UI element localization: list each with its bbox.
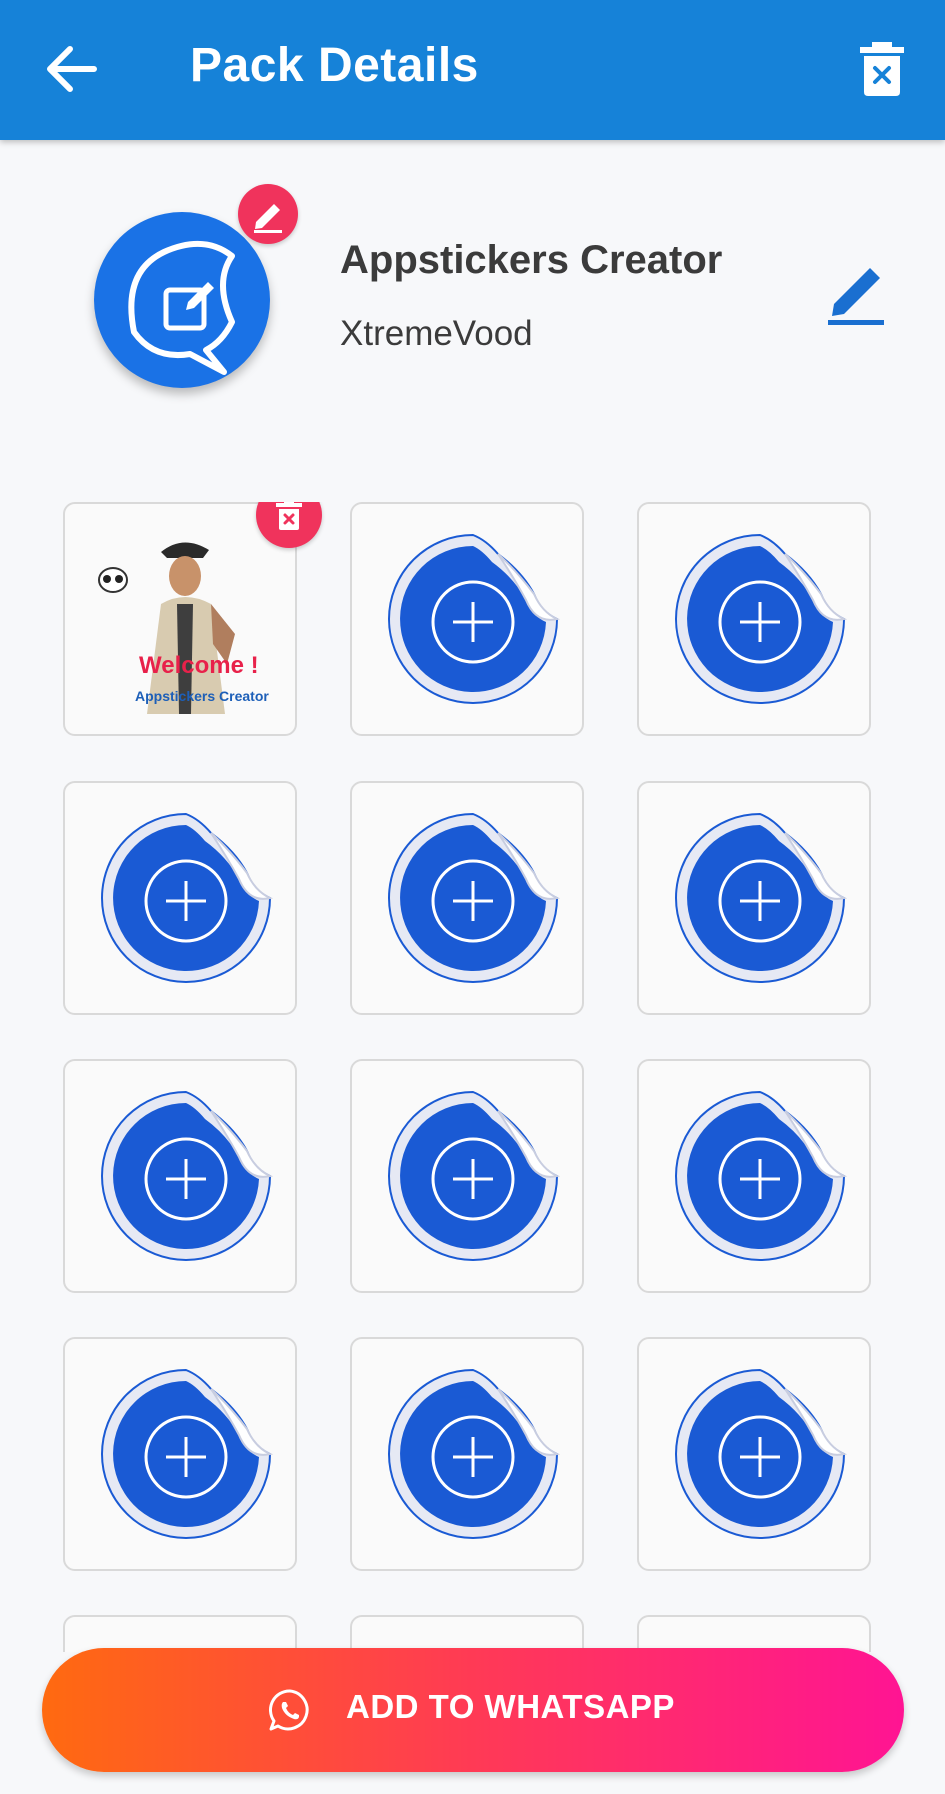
pencil-icon[interactable] (824, 254, 890, 326)
sticker-caption: Appstickers Creator (135, 688, 269, 704)
add-to-whatsapp-button[interactable]: ADD TO WHATSAPP (42, 1648, 904, 1772)
sticker-cell[interactable] (63, 1059, 297, 1293)
add-sticker-icon (675, 1090, 847, 1261)
pack-name: Appstickers Creator (340, 238, 723, 282)
sticker-cell[interactable] (350, 781, 584, 1015)
sticker-cell[interactable] (350, 1615, 584, 1652)
whatsapp-icon (269, 1689, 309, 1731)
sticker-cell[interactable] (637, 502, 871, 736)
pack-author: XtremeVood (340, 314, 533, 353)
welcome-text: Welcome ! (139, 652, 259, 679)
sticker-cell[interactable] (350, 1337, 584, 1571)
edit-logo-button[interactable] (238, 184, 298, 244)
add-sticker-icon (388, 533, 560, 704)
add-sticker-icon (101, 812, 273, 983)
sticker-cell[interactable] (637, 1059, 871, 1293)
arrow-left-icon[interactable] (44, 44, 98, 94)
pencil-icon (254, 204, 282, 233)
add-sticker-icon (675, 533, 847, 704)
sticker-cell[interactable] (637, 781, 871, 1015)
add-to-whatsapp-label: ADD TO WHATSAPP (346, 1688, 675, 1725)
sticker-cell[interactable] (350, 1059, 584, 1293)
sticker-cell[interactable] (637, 1337, 871, 1571)
add-sticker-icon (675, 812, 847, 983)
pack-header: Appstickers Creator XtremeVood (0, 140, 945, 460)
sticker-cell[interactable] (63, 781, 297, 1015)
sticker-grid: Welcome ! Appstickers Creator (63, 502, 875, 1652)
sticker-image: Welcome ! Appstickers Creator (95, 524, 269, 718)
add-sticker-icon (388, 1090, 560, 1261)
app-bar: Pack Details (0, 0, 945, 140)
page-title: Pack Details (190, 39, 479, 92)
sticker-cell[interactable] (63, 1615, 297, 1652)
sticker-cell[interactable] (63, 1337, 297, 1571)
add-sticker-icon (101, 1090, 273, 1261)
trash-icon (276, 502, 302, 530)
add-sticker-icon (101, 1368, 273, 1539)
sticker-cell[interactable] (637, 1615, 871, 1652)
add-sticker-icon (388, 1368, 560, 1539)
add-sticker-icon (675, 1368, 847, 1539)
sticker-cell[interactable] (350, 502, 584, 736)
trash-icon[interactable] (860, 42, 904, 96)
delete-sticker-button[interactable] (256, 502, 322, 548)
add-sticker-icon (388, 812, 560, 983)
sticker-cell[interactable]: Welcome ! Appstickers Creator (63, 502, 322, 736)
